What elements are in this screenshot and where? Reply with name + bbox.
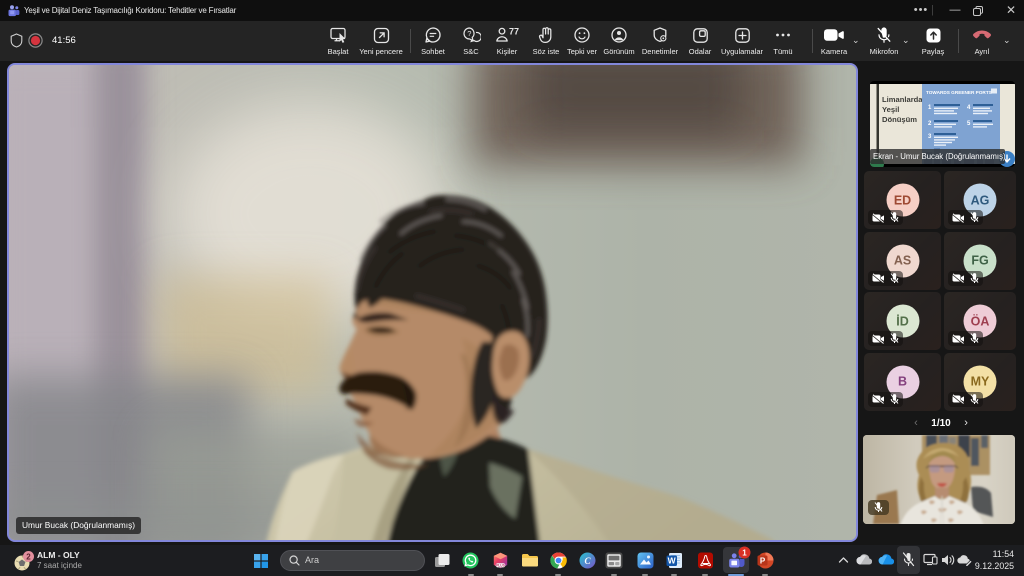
svg-text:W: W bbox=[668, 556, 677, 566]
svg-text:TOWARDS GREENER PORTS: TOWARDS GREENER PORTS bbox=[926, 90, 992, 95]
svg-text:C: C bbox=[584, 556, 591, 566]
svg-text:1: 1 bbox=[742, 548, 747, 557]
svg-text:P: P bbox=[760, 556, 766, 565]
svg-text:77: 77 bbox=[509, 27, 519, 37]
svg-text:2: 2 bbox=[26, 552, 31, 561]
svg-text:Limanlarda: Limanlarda bbox=[882, 95, 923, 104]
svg-text:PLUS: PLUS bbox=[496, 564, 506, 568]
svg-text:Yeşil: Yeşil bbox=[882, 105, 899, 114]
svg-text:Dönüşüm: Dönüşüm bbox=[882, 115, 917, 124]
svg-text:?: ? bbox=[467, 29, 471, 38]
